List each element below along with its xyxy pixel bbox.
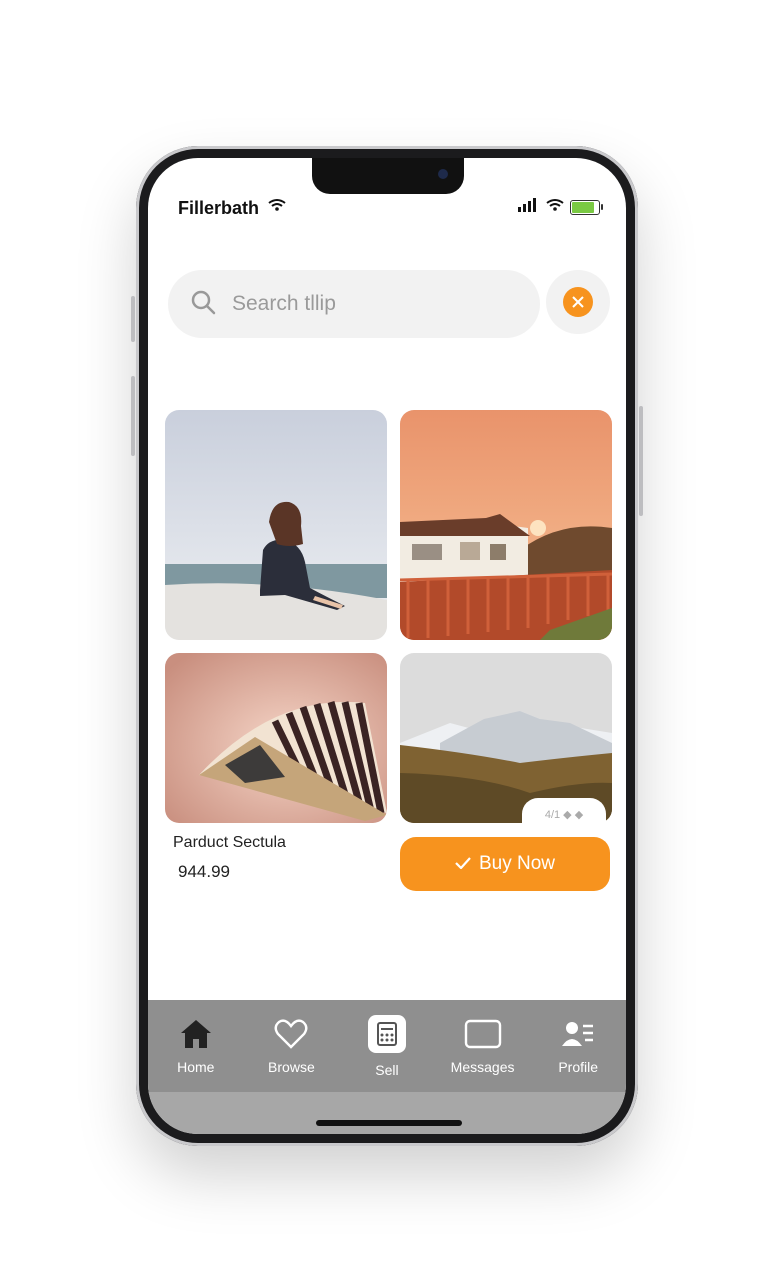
close-icon xyxy=(563,287,593,317)
home-indicator-area xyxy=(148,1092,626,1134)
tab-label: Profile xyxy=(558,1058,599,1075)
heart-icon xyxy=(274,1018,308,1053)
home-indicator[interactable] xyxy=(316,1120,462,1126)
status-title: Fillerbath xyxy=(178,198,260,218)
wifi-icon xyxy=(268,198,286,217)
tab-messages[interactable]: Messages xyxy=(438,1018,528,1075)
profile-icon xyxy=(561,1018,595,1053)
tab-sell[interactable]: Sell xyxy=(342,1014,432,1078)
search-input[interactable]: Search tllip xyxy=(168,270,540,338)
product-image-house-sunset[interactable] xyxy=(400,410,612,640)
side-button xyxy=(131,296,135,342)
battery-icon xyxy=(570,200,603,215)
buy-now-button[interactable]: Buy Now xyxy=(400,837,610,891)
message-icon xyxy=(464,1018,502,1053)
side-button xyxy=(131,376,135,456)
signal-icon xyxy=(518,198,540,217)
search-placeholder: Search tllip xyxy=(232,292,336,315)
wifi-icon xyxy=(546,198,564,217)
check-icon xyxy=(455,853,471,875)
screen: Fillerbath Search tllip 4/1 ◆ ◆ Parduct … xyxy=(148,158,626,1134)
side-button xyxy=(639,406,643,516)
home-icon xyxy=(179,1018,213,1053)
tab-home[interactable]: Home xyxy=(151,1018,241,1075)
tab-label: Browse xyxy=(268,1058,315,1075)
tab-profile[interactable]: Profile xyxy=(533,1018,623,1075)
product-title: Parduct Sectula xyxy=(173,834,286,851)
calculator-icon xyxy=(367,1014,406,1056)
status-icons xyxy=(518,198,603,217)
phone-frame: Fillerbath Search tllip 4/1 ◆ ◆ Parduct … xyxy=(131,146,643,1146)
product-image-woman-sea[interactable] xyxy=(165,410,387,640)
bottom-tab-bar: Home Browse Sell Messages Profile xyxy=(148,1000,626,1092)
clear-search-button[interactable] xyxy=(546,270,610,334)
buy-now-label: Buy Now xyxy=(478,853,556,874)
search-icon xyxy=(190,289,216,320)
tab-browse[interactable]: Browse xyxy=(246,1018,336,1075)
tab-label: Sell xyxy=(375,1061,399,1078)
notch xyxy=(312,158,464,194)
tab-label: Home xyxy=(177,1058,215,1075)
product-image-fan[interactable] xyxy=(165,653,387,823)
camera-icon xyxy=(438,169,448,179)
image-pager[interactable]: 4/1 ◆ ◆ xyxy=(522,798,606,830)
tab-label: Messages xyxy=(450,1058,515,1075)
product-price: 944.99 xyxy=(178,862,230,881)
